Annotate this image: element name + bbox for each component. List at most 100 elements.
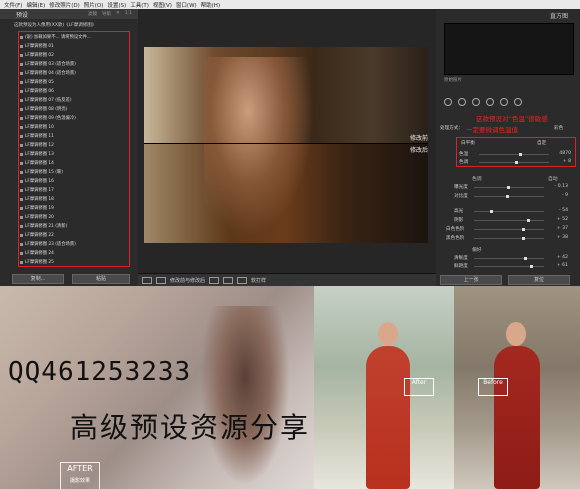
highlights-knob[interactable] bbox=[490, 210, 493, 213]
graduated-filter-icon[interactable] bbox=[486, 98, 494, 106]
preset-item[interactable]: LF摩调修图 07 (低反差) bbox=[20, 97, 72, 104]
preset-folder[interactable]: 这款预设为人像用(XX款)《LF摩调修图》 bbox=[14, 22, 136, 31]
preset-item[interactable]: LF摩调修图 23 (适合场景) bbox=[20, 241, 76, 248]
menu-file[interactable]: 文件(F) bbox=[4, 1, 22, 9]
preset-item[interactable]: LF摩调修图 01 bbox=[20, 43, 54, 50]
temp-knob[interactable] bbox=[519, 153, 522, 156]
exposure-knob[interactable] bbox=[507, 186, 510, 189]
spot-removal-icon[interactable] bbox=[458, 98, 466, 106]
preset-item[interactable]: LF摩调修图 09 (色温偏冷) bbox=[20, 115, 76, 122]
clarity-value[interactable]: + 42 bbox=[548, 255, 568, 260]
contrast-value[interactable]: - 9 bbox=[548, 193, 568, 198]
brush-icon[interactable] bbox=[514, 98, 522, 106]
preset-item[interactable]: LF摩调修图 19 bbox=[20, 205, 54, 212]
preset-item[interactable]: LF摩调修图 18 bbox=[20, 196, 54, 203]
blacks-knob[interactable] bbox=[522, 237, 525, 240]
reset-button[interactable]: 复位 bbox=[508, 275, 570, 285]
highlights-slider[interactable] bbox=[474, 210, 544, 213]
zoom-1-1[interactable]: 1:1 bbox=[125, 11, 132, 17]
exposure-slider[interactable] bbox=[474, 186, 544, 189]
vibrance-slider[interactable] bbox=[474, 265, 544, 268]
contrast-knob[interactable] bbox=[506, 195, 509, 198]
presets-panel-title[interactable]: 预设 bbox=[16, 10, 28, 19]
view-toolbar: 修改前与修改后 软打样 bbox=[138, 273, 436, 287]
wb-value[interactable]: 自定 bbox=[537, 140, 546, 146]
blacks-value[interactable]: + 38 bbox=[548, 235, 568, 240]
preset-item[interactable]: LF摩调修图 02 bbox=[20, 52, 54, 59]
temp-slider[interactable] bbox=[479, 153, 549, 156]
temp-label: 色温 bbox=[459, 152, 469, 157]
tint-knob[interactable] bbox=[515, 161, 518, 164]
preset-item[interactable]: LF摩调修图 11 bbox=[20, 133, 54, 140]
before-after-icon[interactable] bbox=[156, 277, 166, 284]
whites-value[interactable]: + 37 bbox=[548, 226, 568, 231]
tint-value[interactable]: + 8 bbox=[551, 159, 571, 164]
copy-settings-icon[interactable] bbox=[223, 277, 234, 284]
preset-item[interactable]: LF摩调修图 14 bbox=[20, 160, 54, 167]
tab-filter[interactable]: 滤镜 bbox=[88, 11, 97, 17]
whites-knob[interactable] bbox=[522, 228, 525, 231]
preset-item[interactable]: LF摩调修图 04 (适合场景) bbox=[20, 70, 76, 77]
temp-value[interactable]: 4870 bbox=[551, 151, 571, 156]
menu-settings[interactable]: 设置(S) bbox=[107, 1, 126, 9]
menu-window[interactable]: 窗口(W) bbox=[176, 1, 197, 9]
whites-slider[interactable] bbox=[474, 228, 544, 231]
menu-photo[interactable]: 照片(O) bbox=[84, 1, 104, 9]
profile-value[interactable]: 彩色 bbox=[554, 125, 563, 131]
loupe-view-icon[interactable] bbox=[142, 277, 152, 284]
blacks-slider[interactable] bbox=[474, 237, 544, 240]
preset-item[interactable]: (说) 加载如果不... 请将预设文件... bbox=[20, 34, 91, 41]
preset-item[interactable]: LF摩调修图 20 bbox=[20, 214, 54, 221]
preset-item[interactable]: LF摩调修图 21 (清新) bbox=[19, 223, 67, 230]
crop-icon[interactable] bbox=[444, 98, 452, 106]
vibrance-value[interactable]: + 61 bbox=[548, 263, 568, 268]
menu-develop[interactable]: 修改照片(D) bbox=[49, 1, 80, 9]
paste-button[interactable]: 粘贴 bbox=[72, 274, 130, 284]
split-divider[interactable] bbox=[144, 143, 428, 144]
preset-item[interactable]: LF摩调修图 03 (适合场景) bbox=[20, 61, 76, 68]
shadows-label: 阴影 bbox=[454, 218, 464, 223]
menu-tools[interactable]: 工具(T) bbox=[130, 1, 149, 9]
preset-item[interactable]: LF摩调修图 17 bbox=[20, 187, 54, 194]
shadows-slider[interactable] bbox=[474, 219, 544, 222]
previous-button[interactable]: 上一张 bbox=[440, 275, 502, 285]
close-icon[interactable]: ✕ bbox=[116, 11, 120, 17]
swap-icon[interactable] bbox=[209, 277, 220, 284]
exposure-value[interactable]: - 0.13 bbox=[548, 184, 568, 189]
preset-item[interactable]: LF摩调修图 05 bbox=[20, 79, 54, 86]
preset-item[interactable]: LF摩调修图 16 bbox=[20, 178, 54, 185]
preset-item[interactable]: LF摩调修图 12 bbox=[20, 142, 54, 149]
before-after-photo[interactable]: 修改前 修改后 bbox=[144, 47, 428, 243]
tone-auto[interactable]: 自动 bbox=[548, 175, 558, 182]
highlights-value[interactable]: - 54 bbox=[548, 208, 568, 213]
preset-item[interactable]: LF摩调修图 25 bbox=[20, 259, 54, 266]
preset-item[interactable]: LF摩调修图 22 bbox=[20, 232, 54, 239]
menu-edit[interactable]: 编辑(E) bbox=[26, 1, 45, 9]
shadows-value[interactable]: + 52 bbox=[548, 217, 568, 222]
preset-item[interactable]: LF摩调修图 10 bbox=[20, 124, 54, 131]
copy-button[interactable]: 复制... bbox=[12, 274, 64, 284]
vibrance-knob[interactable] bbox=[530, 265, 533, 268]
menu-view[interactable]: 视图(V) bbox=[153, 1, 172, 9]
preset-item[interactable]: LF摩调修图 08 (明亮) bbox=[19, 106, 67, 113]
preset-item[interactable]: LF摩调修图 24 bbox=[20, 250, 54, 257]
histogram bbox=[444, 23, 574, 75]
soft-proof-checkbox[interactable]: 软打样 bbox=[251, 277, 266, 284]
radial-filter-icon[interactable] bbox=[500, 98, 508, 106]
tab-navigator[interactable]: 导航 bbox=[102, 11, 111, 17]
whites-label: 白色色阶 bbox=[446, 227, 465, 232]
shadows-knob[interactable] bbox=[527, 219, 530, 222]
preset-item[interactable]: LF摩调修图 13 bbox=[20, 151, 54, 158]
red-eye-icon[interactable] bbox=[472, 98, 480, 106]
clarity-slider[interactable] bbox=[474, 257, 544, 260]
toggle-icon[interactable] bbox=[237, 277, 248, 284]
menu-help[interactable]: 帮助(H) bbox=[201, 1, 220, 9]
annotation-line-1: 这款预设对“色温”很敏感 bbox=[476, 115, 548, 123]
preset-item[interactable]: LF摩调修图 06 bbox=[20, 88, 54, 95]
histogram-label[interactable]: 直方图 bbox=[550, 11, 568, 20]
clarity-knob[interactable] bbox=[524, 257, 527, 260]
highlights-label: 高光 bbox=[454, 209, 464, 214]
contrast-slider[interactable] bbox=[474, 195, 544, 198]
preset-item[interactable]: LF摩调修图 15 (暖) bbox=[20, 169, 63, 176]
tint-slider[interactable] bbox=[479, 161, 549, 164]
